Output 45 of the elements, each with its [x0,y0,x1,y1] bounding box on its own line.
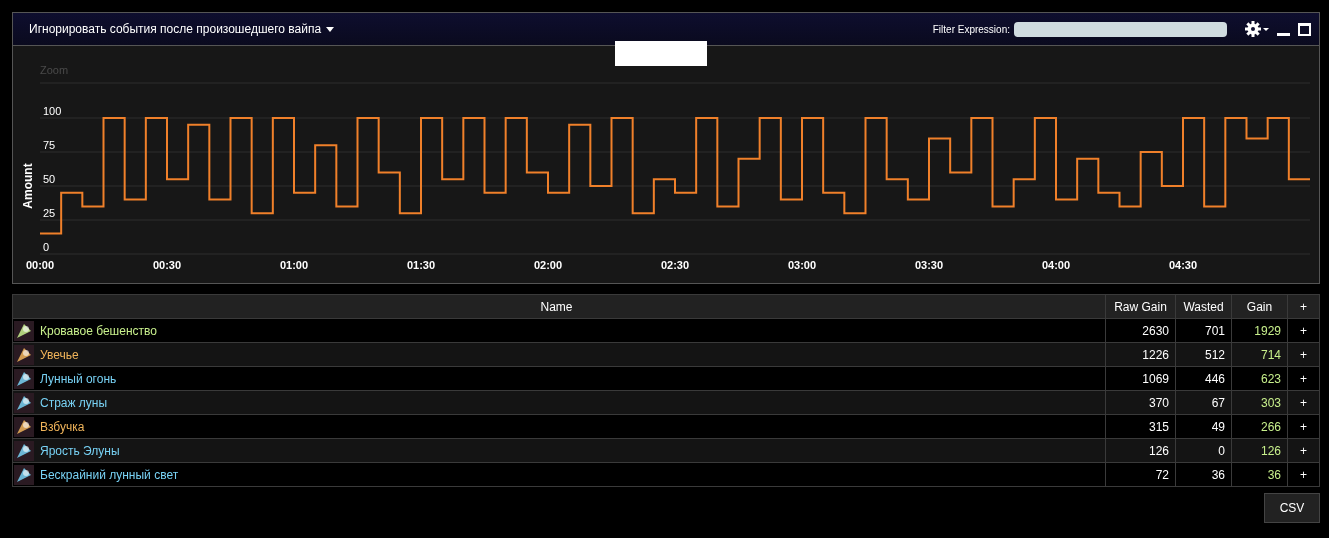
y-axis-label: 25 [43,207,56,219]
minimize-icon [1277,32,1290,36]
spell-icon [14,320,34,341]
spell-name: Лунный огонь [40,371,117,386]
spell-icon [14,368,34,389]
y-axis-title: Amount [21,163,35,209]
y-axis-label: 50 [43,173,56,185]
caret-icon [326,26,335,32]
spell-icon [14,344,34,365]
spell-name: Страж луны [40,395,108,410]
ignore-dropdown[interactable]: Игнорировать события после произошедшего вайпа [29,22,335,36]
y-axis-label: 100 [43,105,62,117]
spell-name: Ярость Элуны [40,443,120,458]
settings-icon [1245,21,1269,37]
spell-name: Кровавое бешенство [40,323,157,338]
x-axis-label: 04:00 [1041,259,1071,271]
csv-button[interactable]: CSV [1264,493,1320,523]
settings-button[interactable] [1245,21,1269,37]
x-axis-label: 00:30 [152,259,182,271]
x-axis-label: 03:00 [787,259,817,271]
column-header: Raw Gain [1105,294,1176,319]
x-axis-label: 00:00 [25,259,55,271]
y-axis-label: 0 [43,241,50,253]
spell-name: Бескрайний лунный свет [40,467,179,482]
y-axis-label: 75 [43,139,56,151]
spell-icon [14,416,34,437]
column-header: Wasted [1175,294,1232,319]
column-header[interactable]: + [1287,294,1320,319]
x-axis-label: 03:30 [914,259,944,271]
column-header: Gain [1231,294,1288,319]
x-axis-label: 01:30 [406,259,436,271]
x-axis-label: 02:00 [533,259,563,271]
spell-icon [14,464,34,485]
x-axis-label: 02:30 [660,259,690,271]
maximize-icon [1298,22,1311,36]
spell-icon [14,440,34,461]
filter-field[interactable] [1014,21,1227,37]
filter-label: Filter Expression: [932,23,1010,35]
spell-icon [14,392,34,413]
x-axis-label: 04:30 [1168,259,1198,271]
maximize-button[interactable] [1298,22,1311,36]
x-axis-label: 01:00 [279,259,309,271]
spell-name: Взбучка [40,419,85,434]
column-header: Name [12,294,1106,319]
spell-name: Увечье [40,347,79,362]
